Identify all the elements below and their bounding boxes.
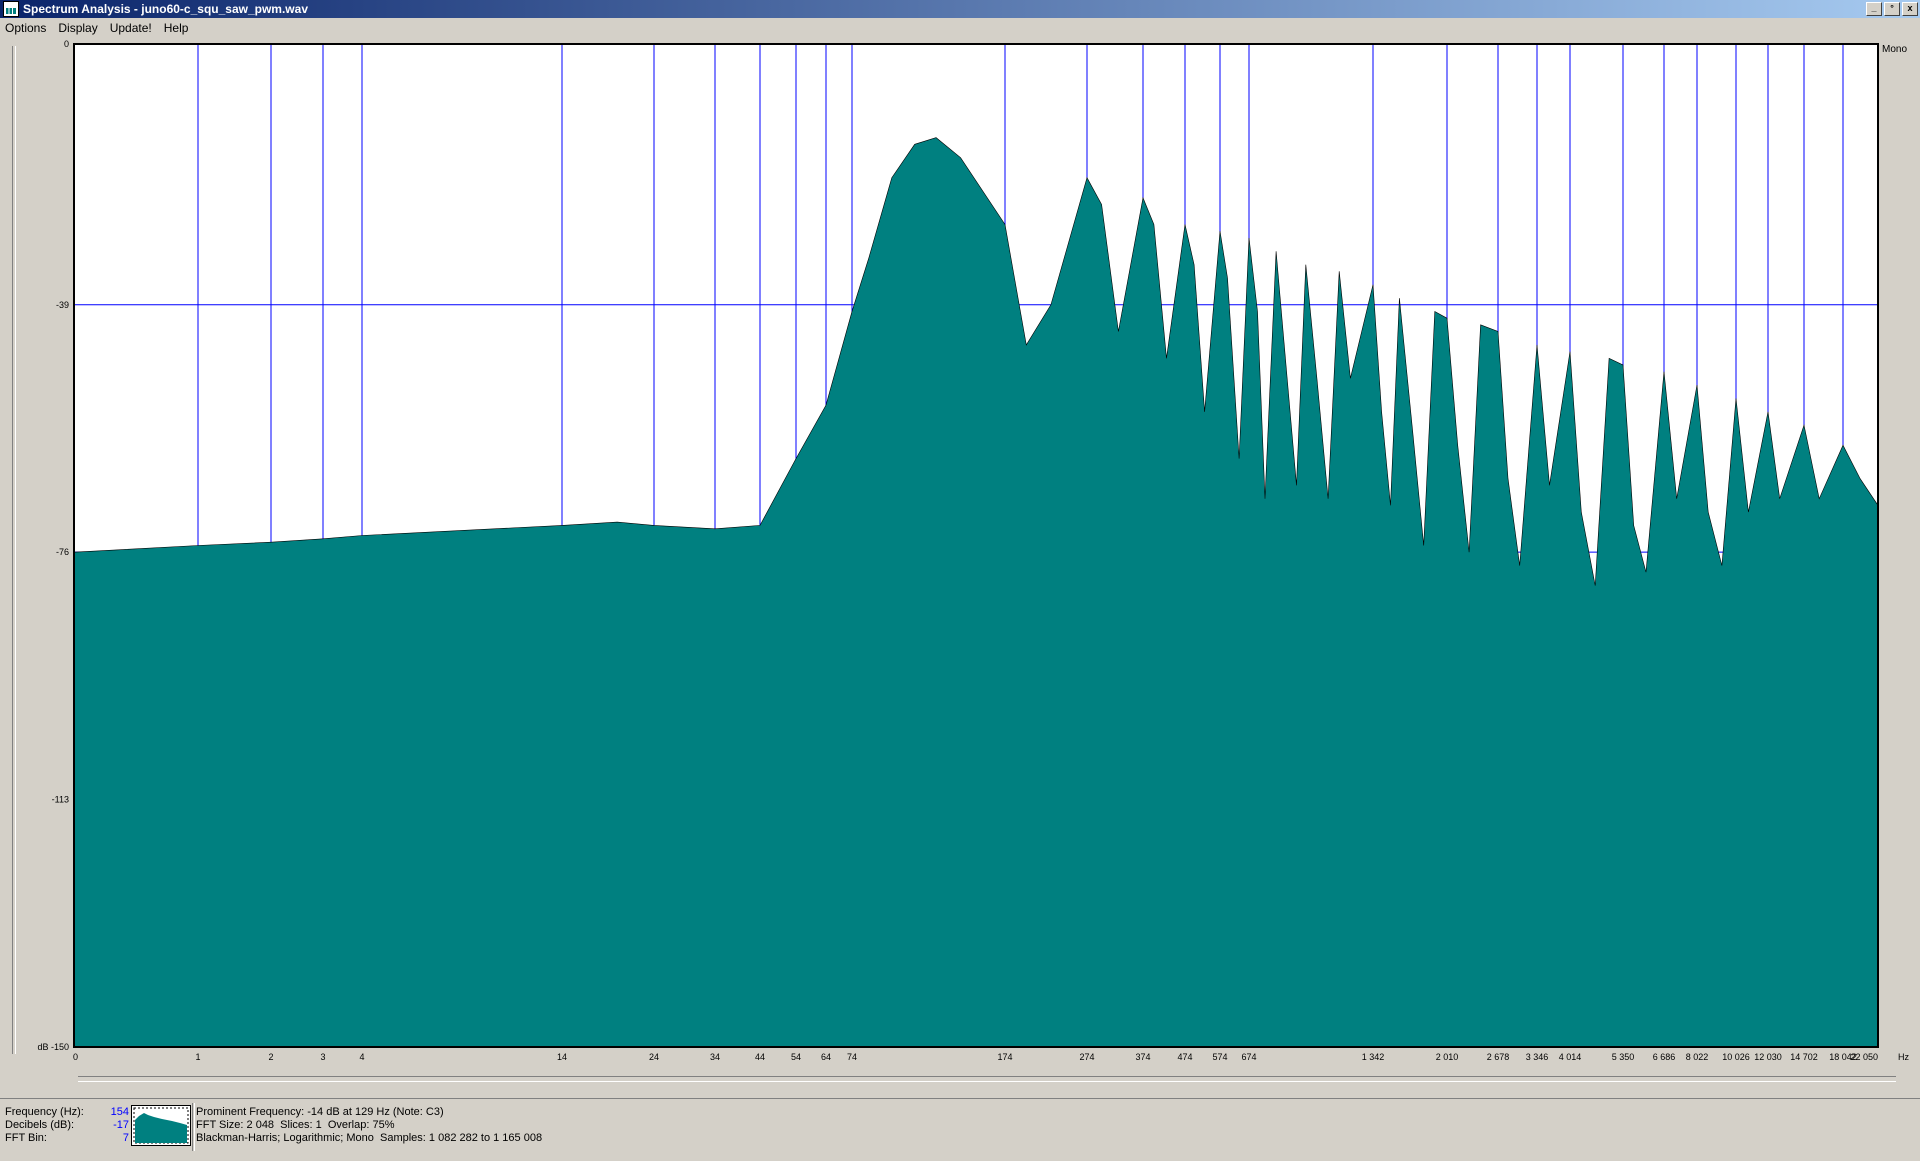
- decibels-label: Decibels (dB):: [5, 1119, 75, 1131]
- window-settings-text: Blackman-Harris; Logarithmic; Mono Sampl…: [196, 1132, 543, 1144]
- y-tick-label: -39: [56, 300, 69, 310]
- readout-row: FFT Bin: 7: [5, 1132, 129, 1145]
- restore-button[interactable]: °: [1884, 2, 1900, 16]
- y-tick-label: dB -150: [37, 1042, 69, 1052]
- decibels-value: -17: [113, 1119, 129, 1131]
- status-bar: Frequency (Hz): 154 Decibels (dB): -17 F…: [0, 1098, 1920, 1161]
- x-tick-label: 174: [997, 1052, 1012, 1062]
- analysis-info: Prominent Frequency: -14 dB at 129 Hz (N…: [196, 1106, 542, 1145]
- spectrum-thumbnail[interactable]: [131, 1105, 191, 1146]
- x-tick-label: 4: [359, 1052, 364, 1062]
- channel-label: Mono: [1882, 44, 1907, 55]
- y-tick-label: -113: [52, 795, 69, 805]
- frequency-value: 154: [110, 1106, 129, 1118]
- status-separator: [192, 1103, 195, 1151]
- spectrum-chart[interactable]: 0-39-76-113dB -1500 1 2 3 4 14 24 34 44 54 64 74 174…: [0, 38, 1920, 1088]
- minimize-button[interactable]: _: [1866, 2, 1882, 16]
- menu-update[interactable]: Update!: [104, 21, 158, 35]
- x-tick-label: 44: [755, 1052, 765, 1062]
- close-button[interactable]: x: [1902, 2, 1918, 16]
- fft-bin-value: 7: [122, 1132, 129, 1144]
- x-tick-label: 74: [847, 1052, 857, 1062]
- x-tick-label: 2 010: [1436, 1052, 1459, 1062]
- x-tick-label: 64: [821, 1052, 831, 1062]
- x-tick-label: 24: [649, 1052, 659, 1062]
- frequency-label: Frequency (Hz):: [5, 1106, 84, 1118]
- x-tick-label: 1 342: [1362, 1052, 1385, 1062]
- x-tick-label: 3 346: [1526, 1052, 1549, 1062]
- x-tick-label: 574: [1212, 1052, 1227, 1062]
- window-controls: _ ° x: [1866, 2, 1918, 16]
- menu-options[interactable]: Options: [0, 21, 52, 35]
- x-tick-label: 8 022: [1686, 1052, 1709, 1062]
- fft-bin-label: FFT Bin:: [5, 1132, 47, 1144]
- x-tick-label: 54: [791, 1052, 801, 1062]
- y-tick-label: 0: [64, 39, 69, 49]
- x-tick-label: 14: [557, 1052, 567, 1062]
- menu-bar: Options Display Update! Help: [0, 19, 1920, 37]
- title-bar[interactable]: Spectrum Analysis - juno60-c_squ_saw_pwm…: [0, 0, 1920, 18]
- horizontal-scroll-track[interactable]: [78, 1076, 1896, 1082]
- x-tick-label: 14 702: [1790, 1052, 1818, 1062]
- x-tick-label: 12 030: [1754, 1052, 1782, 1062]
- x-tick-label: 0: [73, 1052, 78, 1062]
- spectrum-app-icon: [3, 1, 19, 17]
- x-tick-label: 274: [1079, 1052, 1094, 1062]
- x-tick-label: 4 014: [1559, 1052, 1582, 1062]
- y-tick-label: -76: [56, 547, 69, 557]
- readout-row: Frequency (Hz): 154: [5, 1106, 129, 1119]
- x-tick-label: 6 686: [1653, 1052, 1676, 1062]
- x-tick-label: 5 350: [1612, 1052, 1635, 1062]
- readout-row: Decibels (dB): -17: [5, 1119, 129, 1132]
- x-tick-label: 34: [710, 1052, 720, 1062]
- x-tick-label: 2 678: [1487, 1052, 1510, 1062]
- x-tick-label: 10 026: [1722, 1052, 1750, 1062]
- cursor-readout: Frequency (Hz): 154 Decibels (dB): -17 F…: [5, 1106, 129, 1145]
- window-title: Spectrum Analysis - juno60-c_squ_saw_pwm…: [23, 2, 308, 16]
- x-tick-label: 1: [195, 1052, 200, 1062]
- prominent-frequency-text: Prominent Frequency: -14 dB at 129 Hz (N…: [196, 1106, 444, 1118]
- x-tick-label: 22 050: [1850, 1052, 1878, 1062]
- menu-display[interactable]: Display: [52, 21, 103, 35]
- x-tick-label: 674: [1241, 1052, 1256, 1062]
- x-tick-label: 374: [1135, 1052, 1150, 1062]
- x-tick-label: 3: [320, 1052, 325, 1062]
- x-axis-unit-label: Hz: [1898, 1052, 1909, 1062]
- x-tick-label: 474: [1177, 1052, 1192, 1062]
- x-tick-label: 2: [268, 1052, 273, 1062]
- menu-help[interactable]: Help: [158, 21, 195, 35]
- fft-settings-text: FFT Size: 2 048 Slices: 1 Overlap: 75%: [196, 1119, 395, 1131]
